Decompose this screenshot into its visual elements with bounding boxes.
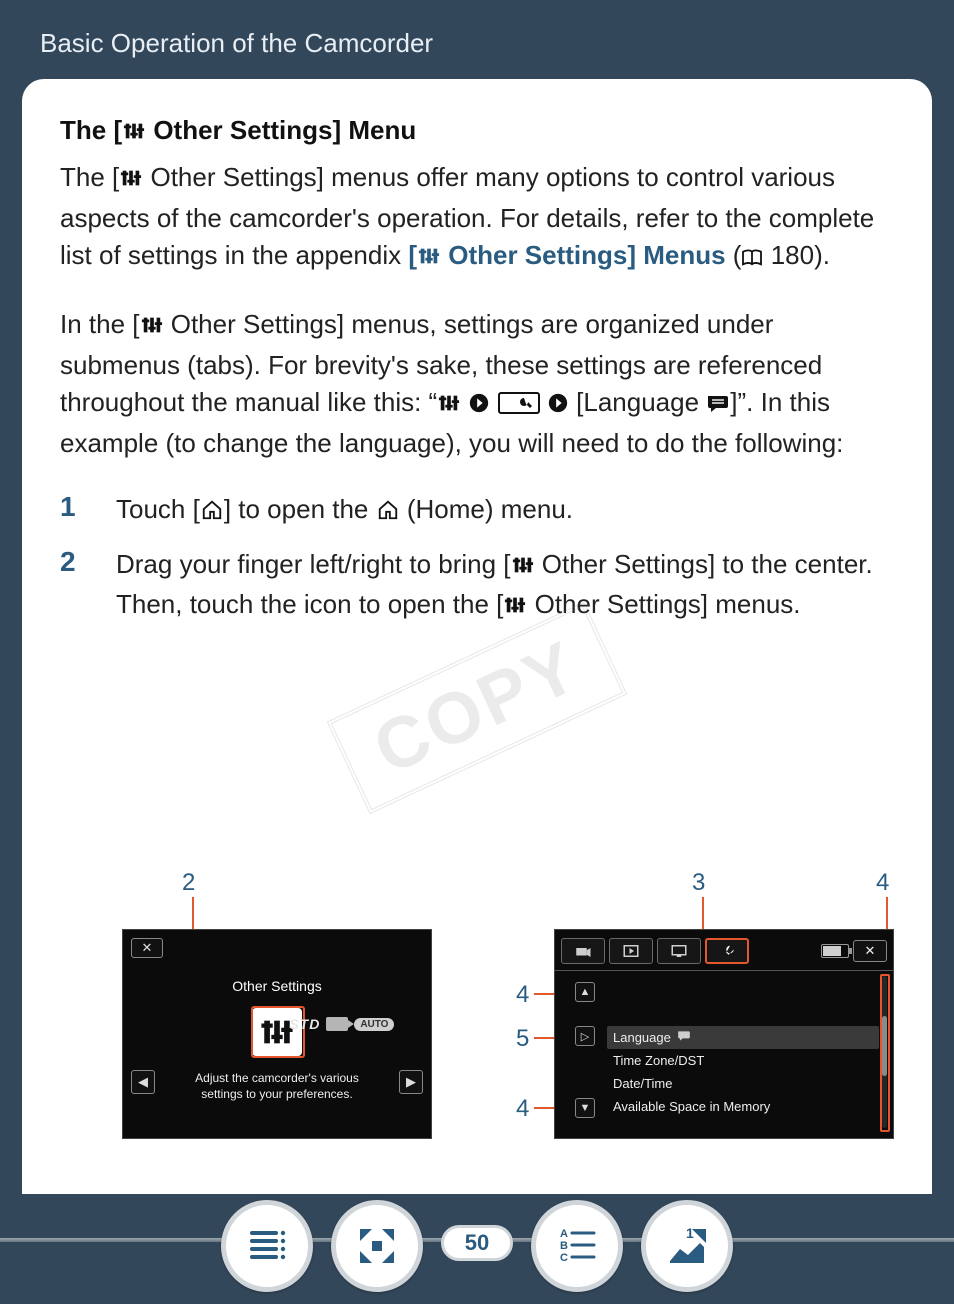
camcorder-icon <box>326 1017 348 1031</box>
page-number: 50 <box>441 1225 513 1261</box>
sliders-icon <box>511 549 535 587</box>
scrollbar-thumb[interactable] <box>882 1016 887 1076</box>
p1-c: ( <box>726 240 742 270</box>
step-number: 1 <box>60 491 116 532</box>
sliders-icon <box>503 589 527 627</box>
scroll-up-button[interactable]: ▲ <box>575 982 595 1002</box>
close-button[interactable]: ✕ <box>131 938 163 958</box>
menu-description: Adjust the camcorder's various settings … <box>123 1070 431 1102</box>
screenshots-row: 2 ✕ Other Settings STD AUTO Adjust the c… <box>22 869 932 1189</box>
chevron-right-circle-icon <box>468 387 490 425</box>
s2-pre: Drag your finger left/right to bring [ <box>116 549 511 579</box>
nav-right-button[interactable]: ▶ <box>399 1070 423 1094</box>
appendix-link[interactable]: [ Other Set­tings] Menus <box>408 240 725 270</box>
std-label: STD <box>289 1016 320 1032</box>
section-title-pre: The [ <box>60 115 122 145</box>
callout-5: 5 <box>516 1025 529 1053</box>
callout-4-left1: 4 <box>516 981 529 1009</box>
item-label: Available Space in Memory <box>613 1099 770 1114</box>
p1-a: The [ <box>60 162 119 192</box>
s2-post: Other Settings] menus. <box>527 589 800 619</box>
p2-a: In the [ <box>60 309 140 339</box>
bottom-nav: 50 ABC 1 <box>0 1194 954 1304</box>
s1-pre: Touch [ <box>116 494 200 524</box>
p2-c: [Language <box>576 387 706 417</box>
divider <box>555 970 893 971</box>
mode-icons-row: STD AUTO <box>289 1016 394 1032</box>
callout-3: 3 <box>692 869 705 897</box>
step-2: 2 Drag your finger left/right to bring [… <box>60 546 894 627</box>
battery-icon <box>821 944 849 958</box>
s1-mid: ] to open the <box>224 494 376 524</box>
callout-2: 2 <box>182 869 195 897</box>
index-button[interactable]: ABC <box>531 1200 623 1292</box>
back-button[interactable]: 1 <box>641 1200 733 1292</box>
desc-l2: settings to your preferences. <box>201 1087 352 1101</box>
page-body: COPY The [ Other Settings] Menu The [ Ot… <box>22 79 932 1289</box>
svg-text:1: 1 <box>686 1225 694 1241</box>
link-a: [ <box>408 240 417 270</box>
tab-playback[interactable] <box>609 938 653 964</box>
nav-left-button[interactable]: ◀ <box>131 1070 155 1094</box>
section-title: The [ Other Settings] Menu <box>60 115 894 149</box>
step-text: Touch [ ] to open the (Home) menu. <box>116 491 573 532</box>
select-indicator: ▷ <box>575 1026 595 1046</box>
callout-4-left2: 4 <box>516 1095 529 1123</box>
step-number: 2 <box>60 546 116 627</box>
step-1: 1 Touch [ ] to open the (Home) menu. <box>60 491 894 532</box>
callout-4-top: 4 <box>876 869 889 897</box>
tab-bar: ✕ <box>561 936 887 966</box>
sliders-icon <box>437 387 461 425</box>
scrollbar[interactable] <box>882 976 887 1128</box>
step-text: Drag your finger left/right to bring [ O… <box>116 546 894 627</box>
steps-list: 1 Touch [ ] to open the (Home) menu. 2 Dr… <box>60 491 894 627</box>
menu-title: Other Settings <box>123 978 431 994</box>
svg-text:A: A <box>560 1228 568 1240</box>
home-icon <box>376 494 400 532</box>
header-title: Basic Operation of the Camcorder <box>40 28 433 58</box>
sliders-icon <box>417 240 441 278</box>
copy-watermark: COPY <box>327 602 628 814</box>
sliders-icon <box>119 162 143 200</box>
callout-3-line <box>702 897 704 933</box>
chevron-right-circle-icon <box>547 387 569 425</box>
s1-post: (Home) menu. <box>400 494 573 524</box>
speech-bubble-icon <box>706 387 730 425</box>
section-title-post: Other Settings] Menu <box>146 115 416 145</box>
item-label: Date/Time <box>613 1076 672 1091</box>
scroll-down-button[interactable]: ▼ <box>575 1098 595 1118</box>
list-item[interactable]: Available Space in Memory <box>607 1095 879 1118</box>
svg-text:B: B <box>560 1240 568 1252</box>
screenshot-home-menu: ✕ Other Settings STD AUTO Adjust the cam… <box>122 929 432 1139</box>
svg-text:C: C <box>560 1252 568 1264</box>
screenshot-settings-list: ✕ ▲ ▷ ▼ Language Time Zone/DST Date/Time… <box>554 929 894 1139</box>
link-b: Other Set­tings] Menus <box>441 240 726 270</box>
list-item-language[interactable]: Language <box>607 1026 879 1049</box>
close-button[interactable]: ✕ <box>853 940 887 962</box>
tab-display[interactable] <box>657 938 701 964</box>
item-label: Time Zone/DST <box>613 1053 704 1068</box>
home-icon <box>200 494 224 532</box>
tab-camera[interactable] <box>561 938 605 964</box>
paragraph-2: In the [ Other Settings] menus, settings… <box>60 306 894 463</box>
speech-bubble-icon <box>677 1030 691 1045</box>
desc-l1: Adjust the camcorder's various <box>195 1071 359 1085</box>
list-item[interactable]: Time Zone/DST <box>607 1049 879 1072</box>
wrench-tab-icon <box>498 387 540 425</box>
sliders-icon <box>140 309 164 347</box>
toc-button[interactable] <box>221 1200 313 1292</box>
settings-list: Language Time Zone/DST Date/Time Availab… <box>607 1026 879 1118</box>
auto-badge: AUTO <box>354 1018 394 1031</box>
nav-buttons: 50 ABC 1 <box>0 1200 954 1292</box>
fullscreen-button[interactable] <box>331 1200 423 1292</box>
book-icon <box>741 240 763 278</box>
p1-page: 180). <box>763 240 830 270</box>
sliders-icon <box>122 118 146 149</box>
tab-wrench[interactable] <box>705 938 749 964</box>
list-item[interactable]: Date/Time <box>607 1072 879 1095</box>
page-header: Basic Operation of the Camcorder <box>0 0 954 79</box>
paragraph-1: The [ Other Settings] menus offer many o… <box>60 159 894 278</box>
item-label: Language <box>613 1030 671 1045</box>
